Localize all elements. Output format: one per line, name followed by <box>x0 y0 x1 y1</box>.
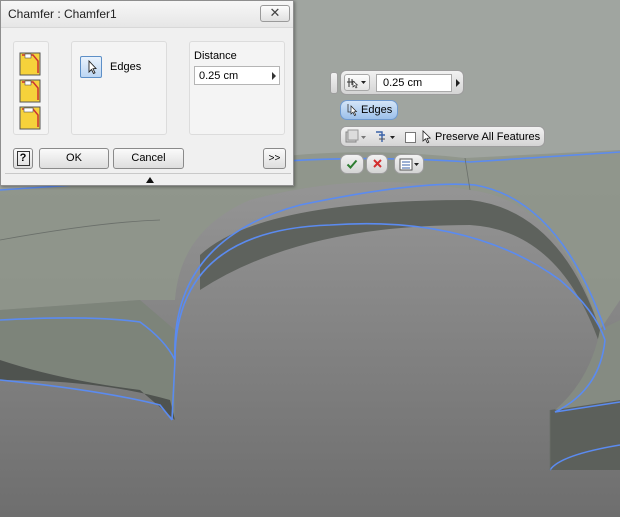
mini-edges-button[interactable]: Edges <box>340 100 398 120</box>
checkmark-icon <box>346 159 358 169</box>
edges-panel: Edges <box>71 41 167 135</box>
distance-input[interactable]: 0.25 cm <box>194 66 280 85</box>
chamfer-mode-dropdown[interactable] <box>344 74 370 91</box>
mini-distance-flyout-arrow-icon[interactable] <box>456 79 460 87</box>
distance-label: Distance <box>194 50 237 62</box>
mini-toolbar-distance-row: 0.25 cm <box>340 70 464 95</box>
mini-edges-label: Edges <box>361 104 393 116</box>
list-menu-icon <box>399 158 419 171</box>
collapse-arrow-icon <box>146 177 154 183</box>
ok-button[interactable]: OK <box>39 148 109 169</box>
dialog-title: Chamfer : Chamfer1 <box>8 7 117 21</box>
mini-toolbar: 0.25 cm Edges Preserve All Features <box>330 70 546 176</box>
distance-panel: Distance 0.25 cm <box>189 41 285 135</box>
cursor-arrow-icon <box>422 130 432 144</box>
close-button[interactable]: ✕ <box>260 5 290 22</box>
cancel-button[interactable]: Cancel <box>113 148 184 169</box>
close-icon: ✕ <box>269 5 281 20</box>
mini-ok-button[interactable] <box>340 154 364 174</box>
chamfer-distance-angle-icon[interactable] <box>19 79 41 103</box>
setback-dropdown-icon[interactable] <box>344 129 368 145</box>
help-button[interactable]: ? <box>13 148 33 169</box>
mini-distance-value: 0.25 cm <box>383 77 423 89</box>
chamfer-type-panel <box>13 41 49 135</box>
mini-distance-input[interactable]: 0.25 cm <box>376 74 452 92</box>
mini-toolbar-options-dropdown[interactable] <box>394 154 424 174</box>
chamfer-two-distances-icon[interactable] <box>19 106 41 130</box>
chamfer-mode-icon <box>347 78 366 89</box>
preserve-all-features-checkbox[interactable] <box>405 132 416 143</box>
preserve-all-features-label: Preserve All Features <box>435 131 541 143</box>
chamfer-dialog: Chamfer : Chamfer1 ✕ Edges Distance 0.25… <box>0 0 294 186</box>
help-icon: ? <box>16 151 30 166</box>
cursor-arrow-icon <box>347 104 358 116</box>
dialog-collapse-strip[interactable] <box>5 173 291 185</box>
more-options-button[interactable]: >> <box>263 148 286 169</box>
distance-flyout-arrow-icon[interactable] <box>272 72 276 80</box>
dialog-titlebar[interactable]: Chamfer : Chamfer1 ✕ <box>1 1 293 28</box>
edges-label: Edges <box>110 61 142 73</box>
chamfer-distance-icon[interactable] <box>19 52 41 76</box>
cursor-arrow-icon <box>88 59 97 75</box>
mini-toolbar-options-row: Preserve All Features <box>340 126 545 147</box>
mini-cancel-button[interactable] <box>366 154 388 174</box>
distance-value: 0.25 cm <box>199 70 239 82</box>
cancel-x-icon <box>373 159 382 168</box>
edges-select-button[interactable] <box>80 56 102 78</box>
mini-toolbar-grip[interactable] <box>330 72 338 94</box>
corner-setback-dropdown-icon[interactable] <box>373 129 399 145</box>
